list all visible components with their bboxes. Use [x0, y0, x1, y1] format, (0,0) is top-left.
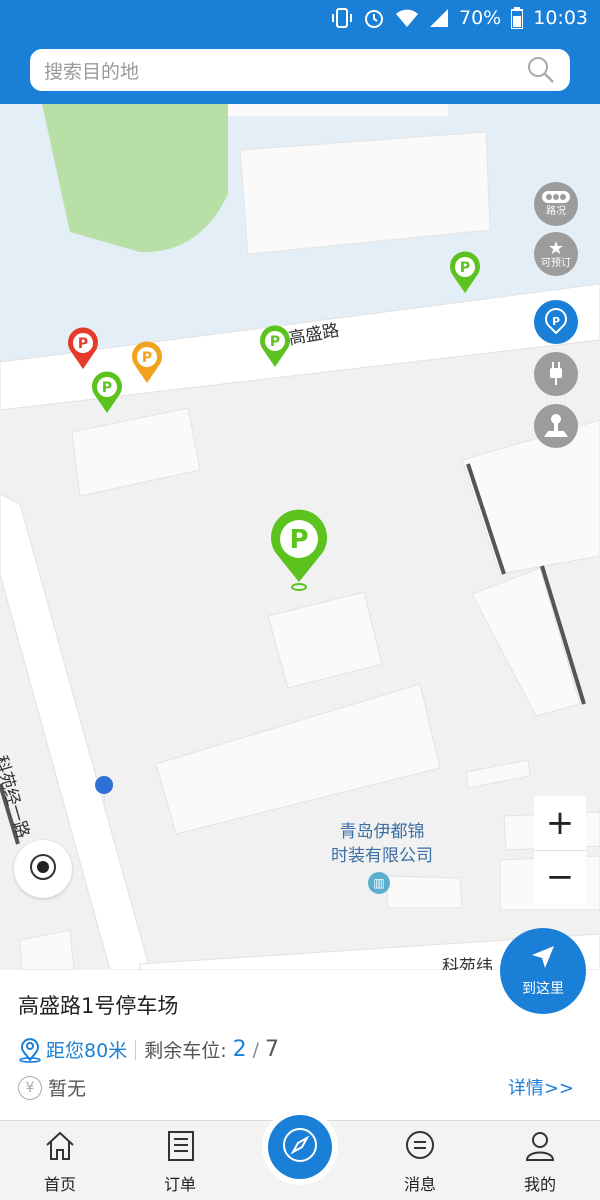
traffic-label: 路况	[546, 206, 566, 217]
user-icon	[523, 1129, 557, 1167]
zoom-in-button[interactable]: +	[534, 796, 586, 850]
details-link[interactable]: 详情>>	[508, 1074, 574, 1100]
parking-pin-green[interactable]: P	[258, 324, 292, 368]
parking-stats-row: 距您80米 剩余车位: 2 / 7	[18, 1036, 279, 1063]
parking-lot-name: 高盛路1号停车场	[18, 994, 179, 1018]
search-placeholder: 搜索目的地	[44, 60, 140, 83]
battery-icon	[511, 7, 524, 29]
svg-text:P: P	[102, 380, 112, 396]
svg-text:P: P	[78, 336, 88, 352]
tab-orders-label: 订单	[163, 1175, 196, 1194]
tab-messages[interactable]: 消息	[380, 1129, 460, 1195]
price-row: ¥ 暂无	[18, 1074, 86, 1101]
spots-slash: /	[252, 1038, 259, 1061]
wifi-icon	[395, 8, 419, 28]
tab-home-label: 首页	[43, 1175, 76, 1194]
status-bar: 70% 10:03	[0, 0, 600, 36]
locate-me-button[interactable]	[14, 840, 72, 898]
target-icon	[28, 852, 58, 886]
building-icon[interactable]: ▥	[368, 872, 390, 894]
svg-text:P: P	[270, 334, 280, 350]
price-text: 暂无	[48, 1078, 87, 1100]
search-input[interactable]: 搜索目的地	[30, 49, 570, 91]
tab-mine[interactable]: 我的	[500, 1129, 580, 1195]
svg-text:P: P	[460, 260, 470, 276]
document-icon	[163, 1129, 197, 1167]
selected-parking-pin[interactable]: P	[268, 508, 330, 592]
parking-filter-button[interactable]: P	[534, 300, 578, 344]
star-icon: ★	[547, 237, 565, 259]
bottom-tab-bar: 首页 订单 消息 我的	[0, 1109, 600, 1200]
stats-divider	[135, 1039, 137, 1060]
total-spots: 7	[265, 1037, 279, 1062]
navigate-here-label: 到这里	[522, 981, 564, 997]
navigation-arrow-icon	[530, 944, 556, 974]
tab-home[interactable]: 首页	[20, 1129, 100, 1195]
tab-mine-label: 我的	[523, 1175, 556, 1194]
location-pin-icon	[18, 1037, 42, 1063]
parking-icon: P	[543, 307, 569, 337]
home-icon	[43, 1129, 77, 1167]
svg-text:P: P	[142, 350, 152, 366]
poi-line1: 青岛伊都锦	[339, 822, 425, 842]
charging-plug-icon	[544, 360, 568, 389]
alarm-icon	[363, 7, 385, 29]
remaining-spots: 2	[232, 1037, 247, 1062]
person-pin-icon	[542, 411, 570, 442]
navigate-here-button[interactable]: 到这里	[500, 928, 586, 1014]
poi-company-name: 青岛伊都锦 时装有限公司	[302, 820, 462, 868]
distance-text: 距您80米	[46, 1040, 128, 1062]
search-header: 搜索目的地	[0, 36, 600, 104]
parking-pin-green[interactable]: P	[448, 250, 482, 294]
person-location-button[interactable]	[534, 404, 578, 448]
yen-icon: ¥	[18, 1075, 42, 1100]
road-label-south: 科苑纬	[442, 957, 493, 970]
zoom-control: + −	[534, 796, 586, 904]
zoom-out-button[interactable]: −	[534, 851, 586, 905]
parking-pin-green[interactable]: P	[90, 370, 124, 414]
remaining-label: 剩余车位:	[144, 1040, 227, 1062]
signal-icon	[429, 8, 449, 28]
parking-pin-orange[interactable]: P	[130, 340, 164, 384]
battery-percent: 70%	[459, 7, 502, 29]
parking-pin-red[interactable]: P	[66, 326, 100, 370]
svg-text:P: P	[289, 525, 308, 555]
vibrate-icon	[331, 7, 353, 29]
search-icon[interactable]	[526, 55, 556, 85]
chat-bubble-icon	[403, 1129, 437, 1167]
tab-discover[interactable]	[262, 1109, 338, 1185]
reservable-filter-button[interactable]: ★ 可预订	[534, 232, 578, 276]
compass-button[interactable]	[268, 1115, 332, 1179]
tab-messages-label: 消息	[403, 1175, 436, 1194]
clock-time: 10:03	[533, 7, 588, 29]
tab-orders[interactable]: 订单	[140, 1129, 220, 1195]
svg-text:P: P	[552, 315, 560, 328]
compass-icon	[281, 1126, 319, 1168]
traffic-toggle-button[interactable]: 路况	[534, 182, 578, 226]
poi-line2: 时装有限公司	[331, 846, 433, 866]
map-view[interactable]: 高盛路 科苑经一路 科苑纬 青岛伊都锦 时装有限公司 ▥ P P P P P P…	[0, 104, 600, 970]
traffic-icon	[542, 191, 570, 206]
charging-filter-button[interactable]	[534, 352, 578, 396]
reservable-label: 可预订	[541, 257, 571, 269]
